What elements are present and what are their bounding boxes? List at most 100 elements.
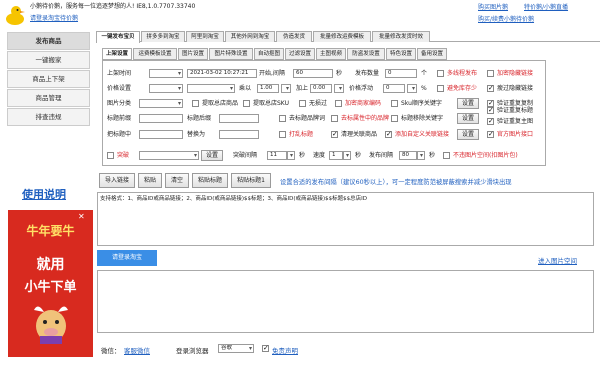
verify-image-checkbox[interactable] — [487, 117, 494, 125]
verify-image-label: 验证重复主图 — [497, 118, 534, 125]
sku-keyword-checkbox[interactable] — [391, 100, 398, 107]
interval-input[interactable]: 60 — [293, 69, 333, 78]
clear-related-checkbox[interactable] — [331, 130, 338, 138]
subtab-image-special[interactable]: 图片特殊设置 — [209, 48, 253, 60]
mult-input[interactable]: 1.00 — [257, 84, 279, 93]
multithread-checkbox[interactable] — [437, 70, 444, 77]
live-link[interactable]: 特价鹅/小鹅直播 — [524, 4, 568, 12]
breakthrough-select[interactable] — [139, 151, 199, 160]
subtab-image[interactable]: 图片设置 — [178, 48, 208, 60]
tab-publish[interactable]: 一键发布宝贝 — [96, 31, 140, 43]
verify-title-checkbox[interactable] — [487, 106, 494, 114]
image-category-select[interactable] — [139, 99, 183, 108]
buy-link[interactable]: 购买/续费小鹅待价鹅 — [478, 16, 534, 24]
count-input[interactable]: 0 — [385, 69, 417, 78]
remove-keyword-checkbox[interactable] — [391, 115, 398, 122]
replace-from-input[interactable] — [139, 130, 183, 139]
row5-settings-button[interactable]: 设置 — [457, 129, 479, 140]
tab-ship-time[interactable]: 批量修改发货时效 — [372, 31, 430, 42]
links-textarea[interactable]: 支持格式：1、商品ID或商品链接；2、商品ID(或商品链接)$$标题；3、商品I… — [97, 192, 594, 246]
no-image-space-checkbox[interactable] — [443, 152, 450, 159]
disclaimer-link[interactable]: 免责声明 — [272, 345, 298, 355]
paste-button[interactable]: 粘贴 — [138, 173, 162, 188]
price-select-1[interactable] — [149, 84, 183, 93]
paste-title1-button[interactable]: 粘贴标题1 — [231, 173, 271, 188]
tab-ali[interactable]: 阿里到淘宝 — [186, 31, 224, 42]
custom-related-checkbox[interactable] — [385, 130, 392, 138]
mult-stepper[interactable] — [281, 84, 291, 93]
gap-input[interactable]: 11 — [267, 151, 287, 160]
shelf-datetime-input[interactable]: 2021-03-02 10:27:21 — [187, 69, 257, 78]
app-title: 小鹅待价鹅，服务每一位追逐梦想的人! IE8,1.0.7707.33740 — [30, 3, 196, 10]
close-icon[interactable]: ✕ — [78, 212, 85, 221]
browser-select[interactable]: 谷歌 — [218, 344, 254, 353]
extract-sku-checkbox[interactable] — [243, 100, 250, 107]
help-link[interactable]: 使用说明 — [22, 186, 66, 202]
sidebar-item-publish[interactable]: 发布商品 — [7, 32, 90, 50]
ad-banner[interactable]: ✕ 牛年要牛 就用 小牛下单 — [8, 210, 93, 357]
tab-other[interactable]: 其他外网到淘宝 — [225, 31, 275, 42]
pub-interval-stepper[interactable] — [417, 151, 425, 160]
tab-pdd[interactable]: 拼多多到淘宝 — [141, 31, 185, 42]
title-suffix-input[interactable] — [219, 114, 259, 123]
row6-settings-button[interactable]: 设置 — [201, 150, 223, 161]
log-area[interactable] — [97, 270, 594, 333]
lossless-checkbox[interactable] — [299, 100, 306, 107]
clear-button[interactable]: 清空 — [165, 173, 189, 188]
subtab-feature[interactable]: 特色设置 — [386, 48, 416, 60]
avoid-stock-checkbox[interactable] — [437, 85, 444, 92]
sidebar-item-violation[interactable]: 排查违规 — [7, 108, 90, 126]
price-select-2[interactable] — [187, 84, 235, 93]
lossless-label: 无损过 — [309, 100, 328, 107]
sidebar-item-shelf[interactable]: 商品上下架 — [7, 70, 90, 88]
image-space-link[interactable]: 进入图片空间 — [538, 255, 577, 265]
replace-with-label: 替换为 — [187, 131, 206, 138]
float-input[interactable]: 0 — [383, 84, 405, 93]
sidebar-item-manage[interactable]: 商品管理 — [7, 89, 90, 107]
title-prefix-input[interactable] — [139, 114, 183, 123]
subtab-anti-theft[interactable]: 防盗发设置 — [347, 48, 385, 60]
speed-stepper[interactable] — [343, 151, 351, 160]
import-links-button[interactable]: 导入链接 — [99, 173, 135, 188]
encrypt-code-checkbox[interactable] — [335, 100, 342, 107]
shuffle-title-checkbox[interactable] — [279, 131, 286, 138]
paste-title-button[interactable]: 粘贴标题 — [192, 173, 228, 188]
speed-input[interactable]: 1 — [329, 151, 343, 160]
image-category-label: 图片分类 — [107, 100, 132, 107]
disclaimer-checkbox[interactable] — [262, 344, 269, 352]
remove-keyword-label: 标题移除关键字 — [401, 115, 444, 122]
right-extra-checkbox[interactable] — [487, 84, 494, 92]
float-stepper[interactable] — [407, 84, 417, 93]
tab-freight[interactable]: 批量修改运费模板 — [313, 31, 371, 42]
official-image-checkbox[interactable] — [487, 130, 494, 138]
remove-attr-brand-checkbox[interactable] — [331, 115, 338, 122]
tab-fake-ship[interactable]: 伪造发货 — [276, 31, 312, 42]
subtab-backup[interactable]: 备用设置 — [417, 48, 447, 60]
custom-related-label: 添加自定义关联链接 — [395, 131, 450, 138]
tutorial-link[interactable]: 购买图片鹅 — [478, 4, 508, 12]
plus-input[interactable]: 0.00 — [310, 84, 332, 93]
subtab-cutout[interactable]: 自动抠图 — [254, 48, 284, 60]
shelf-time-select[interactable] — [149, 69, 183, 78]
subtab-freight[interactable]: 运费模板设置 — [133, 48, 177, 60]
encrypt-hide-checkbox[interactable] — [487, 70, 494, 77]
subtab-shelf[interactable]: 上架设置 — [102, 48, 132, 60]
remove-brand-checkbox[interactable] — [279, 115, 286, 122]
pub-sec-label: 秒 — [429, 152, 436, 159]
login-taobao-button[interactable]: 请登录淘宝 — [97, 250, 157, 266]
row3-settings-button[interactable]: 设置 — [457, 98, 479, 109]
replace-to-input[interactable] — [219, 130, 259, 139]
row4-settings-button[interactable]: 设置 — [457, 113, 479, 124]
subtab-video[interactable]: 主图视频 — [316, 48, 346, 60]
extract-shop-checkbox[interactable] — [192, 100, 199, 107]
title-prefix-label: 标题前缀 — [107, 115, 132, 122]
wechat-service-link[interactable]: 客服微信 — [124, 345, 150, 355]
gap-label: 突破间隔 — [233, 152, 258, 159]
plus-stepper[interactable] — [334, 84, 344, 93]
login-taobao-link[interactable]: 请登录淘宝待价鹅 — [30, 15, 78, 23]
gap-stepper[interactable] — [287, 151, 295, 160]
breakthrough-checkbox[interactable] — [107, 152, 114, 159]
pub-interval-input[interactable]: 80 — [399, 151, 417, 160]
sidebar-item-move[interactable]: 一键搬家 — [7, 51, 90, 69]
subtab-filter[interactable]: 过滤设置 — [285, 48, 315, 60]
